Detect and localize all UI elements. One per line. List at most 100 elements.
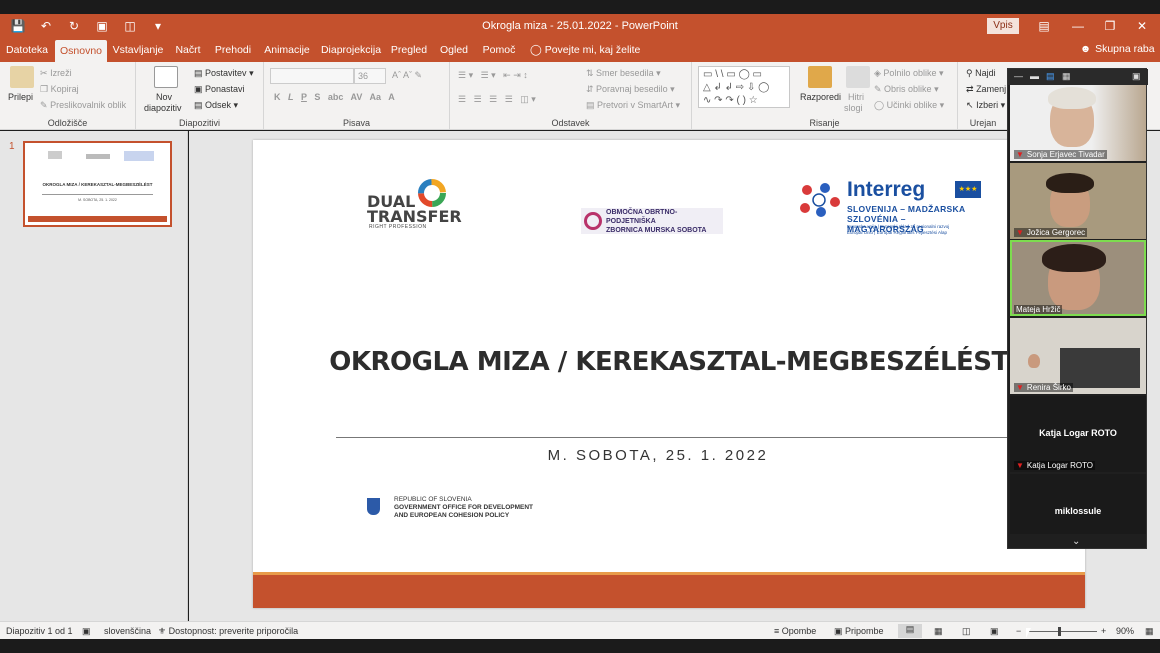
- speaker-view-icon[interactable]: ▬: [1030, 71, 1039, 81]
- quick-styles-label-2[interactable]: slogi: [844, 103, 863, 113]
- comment-icon: ▣: [834, 626, 843, 636]
- new-slide-label-2[interactable]: diapozitiv: [144, 103, 182, 113]
- zoom-slider-handle[interactable]: [1058, 627, 1061, 636]
- group-drawing: ▭ \ \ ▭ ◯ ▭ △ ↲ ↲ ⇨ ⇩ ◯ ∿ ↷ ↷ ( ) ☆ Razp…: [692, 62, 958, 130]
- select-button[interactable]: ↖ Izberi ▾: [966, 100, 1005, 111]
- participant-tile-no-video[interactable]: Katja Logar ROTO ▼ Katja Logar ROTO: [1010, 396, 1146, 472]
- language-status[interactable]: slovenščina: [104, 626, 151, 636]
- tab-slideshow[interactable]: Diaprojekcija: [320, 38, 382, 62]
- tab-home[interactable]: Osnovno: [55, 40, 107, 62]
- minimize-panel-icon[interactable]: —: [1014, 71, 1023, 81]
- participant-tile[interactable]: ▼ Jožica Gergorec: [1010, 163, 1146, 239]
- font-size-dropdown[interactable]: 36: [354, 68, 386, 84]
- slide-count[interactable]: Diapozitiv 1 od 1: [6, 626, 73, 636]
- tab-review[interactable]: Pregled: [388, 38, 430, 62]
- paste-label[interactable]: Prilepi: [8, 92, 33, 102]
- chevron-down-icon[interactable]: ⌄: [1072, 536, 1080, 547]
- tab-design[interactable]: Načrt: [170, 38, 206, 62]
- slide-thumbnail-1[interactable]: OKROGLA MIZA / KEREKASZTAL-MEGBESZÉLÉST …: [23, 141, 172, 227]
- slideshow-view-icon[interactable]: ▣: [990, 626, 999, 637]
- shape-outline-button[interactable]: ✎ Obris oblike ▾: [874, 84, 939, 95]
- participant-tile-active-speaker[interactable]: Mateja Hržič: [1010, 240, 1146, 316]
- replace-button[interactable]: ⇄ Zamenj: [966, 84, 1006, 95]
- group-font: 36 Aˆ Aˇ ✎ K L P S abc AV Aa A Pisava: [264, 62, 450, 130]
- tab-insert[interactable]: Vstavljanje: [112, 38, 164, 62]
- zoom-in-icon[interactable]: +: [1101, 626, 1106, 636]
- thumbnail-date: M. SOBOTA, 25. 1. 2022: [78, 198, 117, 202]
- participant-hair: [1042, 244, 1106, 272]
- lightbulb-icon: ◯: [530, 44, 542, 56]
- tab-transitions[interactable]: Prehodi: [212, 38, 254, 62]
- cut-button[interactable]: ✂ Izreži: [40, 68, 72, 79]
- mouse-cursor-icon: [1026, 628, 1031, 638]
- participant-tile-no-video[interactable]: miklossule: [1010, 474, 1146, 534]
- format-painter-button[interactable]: ✎ Preslikovalnik oblik: [40, 100, 126, 111]
- exit-panel-icon[interactable]: ▣: [1132, 71, 1141, 82]
- slide-1[interactable]: DUAL TRANSFER RIGHT PROFESSION OBMOČNA OB…: [253, 140, 1085, 608]
- participant-tile[interactable]: ▼ Sonja Erjavec Tivadar: [1010, 85, 1146, 161]
- quick-styles-label-1[interactable]: Hitri: [848, 92, 864, 102]
- slide-title[interactable]: OKROGLA MIZA / KEREKASZTAL-MEGBESZÉLÉST: [253, 347, 1085, 377]
- smartart-button[interactable]: ▤ Pretvori v SmartArt ▾: [586, 100, 680, 111]
- section-button[interactable]: ▤ Odsek ▾: [194, 100, 238, 111]
- font-style-buttons[interactable]: K L P S abc AV Aa A: [274, 92, 395, 102]
- layout-button[interactable]: ▤ Postavitev ▾: [194, 68, 254, 79]
- notes-button[interactable]: ≡ Opombe: [774, 626, 816, 636]
- slide-sorter-icon[interactable]: ▦: [934, 626, 943, 637]
- text-direction-button[interactable]: ⇅ Smer besedila ▾: [586, 68, 661, 79]
- slide-date[interactable]: M. SOBOTA, 25. 1. 2022: [253, 447, 1063, 464]
- zoom-out-icon[interactable]: −: [1016, 626, 1021, 636]
- shape-fill-button[interactable]: ◈ Polnilo oblike ▾: [874, 68, 944, 79]
- list-buttons[interactable]: ☰ ▾ ☰ ▾ ⇤ ⇥ ↕: [458, 70, 528, 81]
- ribbon-display-icon[interactable]: ▤: [1030, 17, 1058, 35]
- comments-button[interactable]: ▣ Pripombe: [834, 626, 884, 637]
- tab-help[interactable]: Pomoč: [478, 38, 520, 62]
- clipboard-group-label: Odložišče: [47, 118, 88, 128]
- gallery-view-icon[interactable]: ▦: [1062, 71, 1071, 82]
- ooz-wordmark: OBMOČNA OBRTNO-PODJETNIŠKA ZBORNICA MURSK…: [606, 208, 707, 234]
- paste-icon[interactable]: [10, 66, 34, 88]
- fit-slide-icon[interactable]: ▦: [1145, 626, 1154, 637]
- restore-button[interactable]: ❐: [1096, 17, 1124, 35]
- share-button[interactable]: ☻ Skupna raba: [1080, 43, 1155, 55]
- participant-tile[interactable]: ▼ Renira Širko: [1010, 318, 1146, 394]
- spelling-icon[interactable]: ▣: [82, 626, 91, 637]
- font-name-dropdown[interactable]: [270, 68, 354, 84]
- close-button[interactable]: ✕: [1128, 17, 1156, 35]
- quick-styles-icon[interactable]: [846, 66, 870, 88]
- zoom-level[interactable]: 90%: [1116, 626, 1134, 636]
- tab-animations[interactable]: Animacije: [261, 38, 313, 62]
- sign-in-button[interactable]: Vpis: [987, 18, 1019, 34]
- zoom-slider-track[interactable]: [1027, 631, 1097, 632]
- align-text-button[interactable]: ⇵ Poravnaj besedilo ▾: [586, 84, 675, 95]
- gov-office-text: REPUBLIC OF SLOVENIA GOVERNMENT OFFICE FO…: [394, 496, 534, 519]
- grow-font-icon[interactable]: Aˆ Aˇ ✎: [392, 70, 422, 81]
- slide-thumbnail-pane: 1 OKROGLA MIZA / KEREKASZTAL-MEGBESZÉLÉS…: [0, 131, 188, 621]
- new-slide-label-1[interactable]: Nov: [156, 92, 172, 102]
- find-button[interactable]: ⚲ Najdi: [966, 68, 996, 79]
- shape-effects-button[interactable]: ◯ Učinki oblike ▾: [874, 100, 944, 111]
- tab-file[interactable]: Datoteka: [4, 38, 50, 62]
- minimize-button[interactable]: —: [1064, 17, 1092, 35]
- tell-me-box[interactable]: ◯ Povejte mi, kaj želite narediti: [530, 38, 670, 80]
- brush-icon: ✎: [40, 100, 48, 110]
- muted-mic-icon: ▼: [1016, 228, 1024, 237]
- muted-mic-icon: ▼: [1016, 150, 1024, 159]
- new-slide-icon[interactable]: [154, 66, 178, 88]
- shapes-gallery[interactable]: ▭ \ \ ▭ ◯ ▭ △ ↲ ↲ ⇨ ⇩ ◯ ∿ ↷ ↷ ( ) ☆: [698, 66, 790, 108]
- arrange-icon[interactable]: [808, 66, 832, 88]
- reading-view-icon[interactable]: ◫: [962, 626, 971, 637]
- normal-view-icon[interactable]: ▤: [898, 624, 922, 638]
- strip-view-icon[interactable]: ▤: [1046, 71, 1055, 82]
- slides-group-label: Diapozitivi: [178, 118, 220, 128]
- accessibility-status[interactable]: ⚜ Dostopnost: preverite priporočila: [158, 626, 298, 637]
- copy-button[interactable]: ❐ Kopiraj: [40, 84, 79, 95]
- arrange-label[interactable]: Razporedi: [800, 92, 841, 102]
- accessibility-icon: ⚜: [158, 626, 167, 636]
- status-bar: Diapozitiv 1 od 1 ▣ slovenščina ⚜ Dostop…: [0, 621, 1160, 639]
- tab-view[interactable]: Ogled: [437, 38, 471, 62]
- thumbnail-band: [28, 216, 167, 222]
- reset-button[interactable]: ▣ Ponastavi: [194, 84, 245, 95]
- paragraph-group-label: Odstavek: [551, 118, 590, 128]
- align-buttons[interactable]: ☰ ☰ ☰ ☰ ◫ ▾: [458, 94, 536, 105]
